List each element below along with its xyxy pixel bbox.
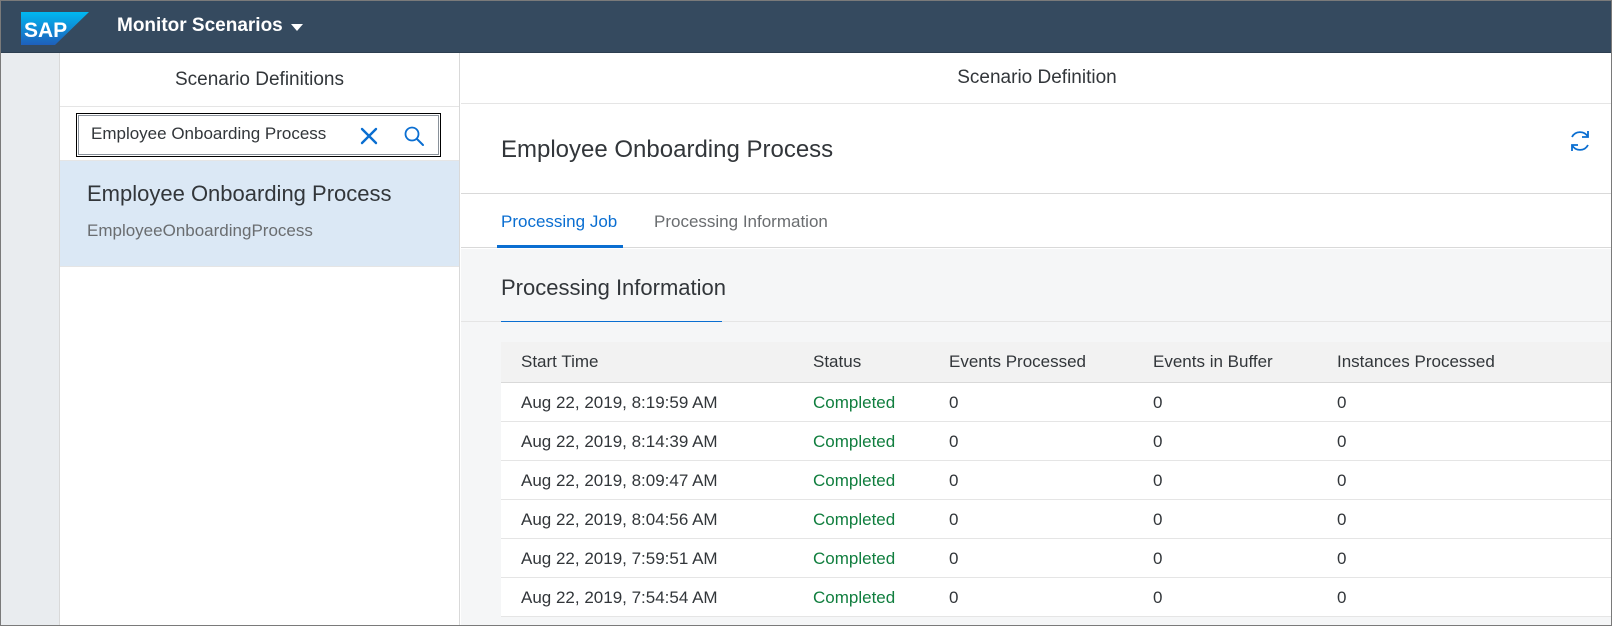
- cell-events-processed: 0: [949, 588, 959, 607]
- cell-status: Completed: [813, 549, 896, 568]
- close-icon[interactable]: [357, 124, 381, 148]
- table-row[interactable]: Aug 22, 2019, 7:59:51 AM Completed 0 0 0: [501, 539, 1611, 578]
- cell-start-time: Aug 22, 2019, 8:09:47 AM: [521, 471, 718, 490]
- list-item[interactable]: Employee Onboarding Process EmployeeOnbo…: [60, 161, 459, 267]
- app-title-menu[interactable]: Monitor Scenarios: [117, 15, 303, 37]
- cell-start-time: Aug 22, 2019, 8:04:56 AM: [521, 510, 718, 529]
- detail-panel: Scenario Definition Employee Onboarding …: [461, 53, 1611, 625]
- list-item-subtitle: EmployeeOnboardingProcess: [87, 221, 313, 240]
- table-row[interactable]: Aug 22, 2019, 8:14:39 AM Completed 0 0 0: [501, 422, 1611, 461]
- cell-start-time: Aug 22, 2019, 8:19:59 AM: [521, 393, 718, 412]
- cell-events-in-buffer: 0: [1153, 393, 1163, 412]
- cell-events-in-buffer: 0: [1153, 549, 1163, 568]
- cell-status: Completed: [813, 510, 896, 529]
- cell-status: Completed: [813, 588, 896, 607]
- processing-table: Start Time Status Events Processed Event…: [501, 342, 1611, 617]
- column-header-start-time[interactable]: Start Time: [521, 352, 598, 372]
- cell-instances-processed: 0: [1337, 588, 1347, 607]
- object-header: Employee Onboarding Process: [461, 104, 1611, 194]
- search-field[interactable]: [76, 113, 441, 157]
- master-title: Scenario Definitions: [60, 53, 459, 107]
- table-header: Start Time Status Events Processed Event…: [501, 342, 1611, 383]
- active-tab-indicator: [497, 245, 623, 248]
- cell-start-time: Aug 22, 2019, 7:59:51 AM: [521, 549, 718, 568]
- cell-events-processed: 0: [949, 549, 959, 568]
- tab-processing-information[interactable]: Processing Information: [654, 212, 828, 232]
- table-row[interactable]: Aug 22, 2019, 8:19:59 AM Completed 0 0 0: [501, 383, 1611, 422]
- cell-events-in-buffer: 0: [1153, 510, 1163, 529]
- cell-events-processed: 0: [949, 471, 959, 490]
- tab-processing-job[interactable]: Processing Job: [501, 212, 617, 232]
- cell-start-time: Aug 22, 2019, 8:14:39 AM: [521, 432, 718, 451]
- sap-logo-text: SAP: [24, 19, 67, 42]
- cell-status: Completed: [813, 432, 896, 451]
- cell-events-in-buffer: 0: [1153, 432, 1163, 451]
- cell-instances-processed: 0: [1337, 471, 1347, 490]
- section-title-underline: [501, 321, 722, 322]
- left-gutter: [1, 53, 60, 625]
- object-title: Employee Onboarding Process: [501, 136, 834, 163]
- search-bar: [60, 107, 459, 161]
- cell-events-in-buffer: 0: [1153, 471, 1163, 490]
- search-input[interactable]: [91, 124, 331, 144]
- column-header-status[interactable]: Status: [813, 352, 861, 372]
- cell-events-processed: 0: [949, 432, 959, 451]
- master-panel: Scenario Definitions Employee Onboarding…: [60, 53, 460, 625]
- column-header-events-processed[interactable]: Events Processed: [949, 352, 1086, 372]
- cell-instances-processed: 0: [1337, 510, 1347, 529]
- table-row[interactable]: Aug 22, 2019, 8:09:47 AM Completed 0 0 0: [501, 461, 1611, 500]
- cell-status: Completed: [813, 393, 896, 412]
- sap-logo[interactable]: SAP: [21, 12, 89, 45]
- cell-status: Completed: [813, 471, 896, 490]
- caret-down-icon: [290, 23, 303, 31]
- app-window: SAP Monitor Scenarios Scenario Definitio…: [0, 0, 1612, 626]
- list-item-title: Employee Onboarding Process: [87, 181, 392, 206]
- shell-bar: SAP Monitor Scenarios: [1, 1, 1611, 53]
- cell-start-time: Aug 22, 2019, 7:54:54 AM: [521, 588, 718, 607]
- cell-events-processed: 0: [949, 510, 959, 529]
- app-title: Monitor Scenarios: [117, 15, 283, 36]
- table-row[interactable]: Aug 22, 2019, 7:54:54 AM Completed 0 0 0: [501, 578, 1611, 617]
- cell-events-in-buffer: 0: [1153, 588, 1163, 607]
- column-header-events-in-buffer[interactable]: Events in Buffer: [1153, 352, 1273, 372]
- cell-events-processed: 0: [949, 393, 959, 412]
- column-header-instances-processed[interactable]: Instances Processed: [1337, 352, 1495, 372]
- content-area: Processing Information Start Time Status…: [461, 249, 1611, 625]
- search-icon[interactable]: [403, 125, 425, 147]
- section-title: Processing Information: [501, 275, 726, 300]
- table-row[interactable]: Aug 22, 2019, 8:04:56 AM Completed 0 0 0: [501, 500, 1611, 539]
- detail-title: Scenario Definition: [461, 53, 1611, 104]
- cell-instances-processed: 0: [1337, 549, 1347, 568]
- refresh-icon[interactable]: [1567, 128, 1593, 154]
- tab-bar: Processing Job Processing Information: [461, 194, 1611, 248]
- cell-instances-processed: 0: [1337, 393, 1347, 412]
- cell-instances-processed: 0: [1337, 432, 1347, 451]
